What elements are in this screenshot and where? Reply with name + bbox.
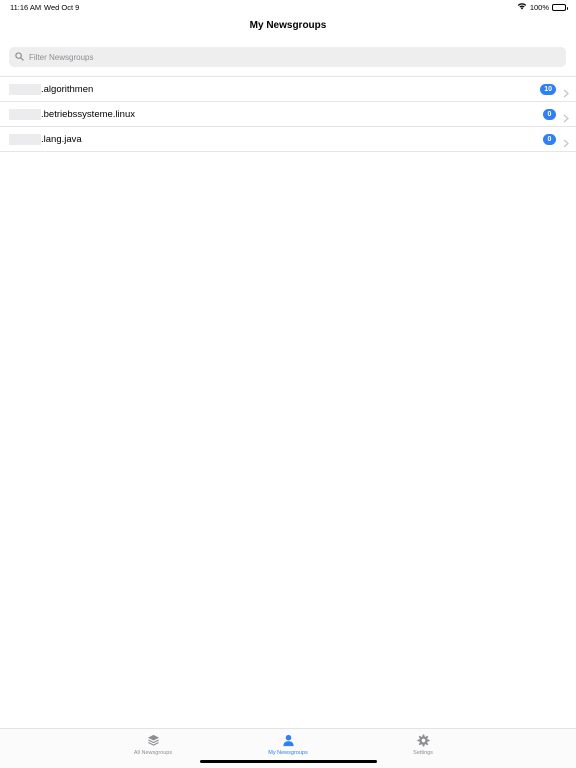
unread-count-badge: 0 xyxy=(543,109,556,120)
tab-my-newsgroups[interactable]: My Newsgroups xyxy=(228,729,348,759)
unread-count-badge: 10 xyxy=(540,84,556,95)
page-title: My Newsgroups xyxy=(249,20,327,31)
newsgroup-list: .algorithmen 10 .betriebssysteme.linux 0… xyxy=(0,76,576,152)
list-item[interactable]: .algorithmen 10 xyxy=(0,77,576,102)
tab-all-newsgroups[interactable]: All Newsgroups xyxy=(93,729,213,759)
search-icon xyxy=(15,52,25,62)
redacted-prefix xyxy=(9,83,41,95)
battery-icon xyxy=(552,3,568,11)
list-item[interactable]: .betriebssysteme.linux 0 xyxy=(0,102,576,127)
list-item[interactable]: .lang.java 0 xyxy=(0,127,576,152)
person-icon xyxy=(281,733,295,747)
chevron-right-icon xyxy=(563,110,569,123)
redacted-prefix xyxy=(9,133,41,145)
battery-percent: 100% xyxy=(529,2,549,12)
tab-label: My Newsgroups xyxy=(268,750,308,756)
newsgroup-name: .lang.java xyxy=(41,133,82,145)
status-right: 100% xyxy=(517,2,568,12)
wifi-icon xyxy=(517,2,527,12)
gear-icon xyxy=(416,733,430,747)
home-indicator[interactable] xyxy=(200,760,377,763)
search-input[interactable] xyxy=(29,52,549,62)
status-date: Wed Oct 9 xyxy=(44,3,80,12)
status-bar: 11:16 AM Wed Oct 9 100% xyxy=(0,0,576,14)
redacted-prefix xyxy=(9,108,41,120)
unread-count-badge: 0 xyxy=(543,134,556,145)
screen: 11:16 AM Wed Oct 9 100% My Newsgroups Fi… xyxy=(0,0,576,768)
stack-icon xyxy=(146,733,160,747)
search-bar[interactable] xyxy=(9,47,566,67)
tab-label: Settings xyxy=(413,750,433,756)
newsgroup-name: .algorithmen xyxy=(41,83,94,95)
chevron-right-icon xyxy=(563,135,569,148)
tab-label: All Newsgroups xyxy=(133,750,173,756)
newsgroup-name: .betriebssysteme.linux xyxy=(41,108,135,120)
tab-settings[interactable]: Settings xyxy=(363,729,483,759)
status-time: 11:16 AM xyxy=(10,3,42,12)
chevron-right-icon xyxy=(563,85,569,98)
